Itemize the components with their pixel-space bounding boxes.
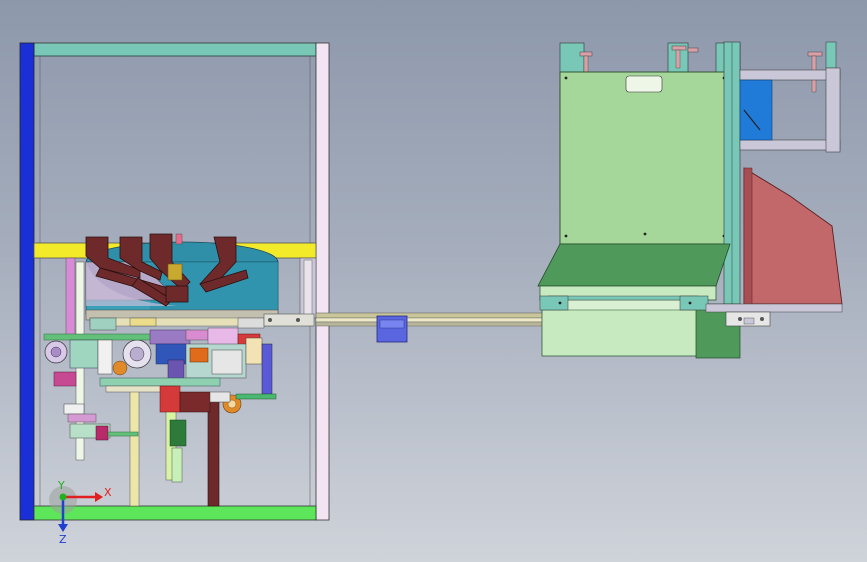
z-axis-label: Z (59, 533, 67, 546)
frame-right-post (315, 42, 330, 521)
frame-left-post (19, 42, 35, 521)
x-axis-label: X (104, 486, 112, 499)
y-axis-dot (59, 493, 67, 501)
cabinet-green-panel (559, 71, 731, 245)
frame-base (33, 505, 317, 521)
y-axis-label: Y (57, 479, 65, 492)
frame-top-beam (33, 42, 317, 57)
cad-drawing: X Y Z (19, 41, 843, 546)
red-chute (743, 167, 843, 305)
cad-viewport[interactable]: X Y Z (0, 0, 867, 562)
conveyor-rail (263, 312, 547, 343)
